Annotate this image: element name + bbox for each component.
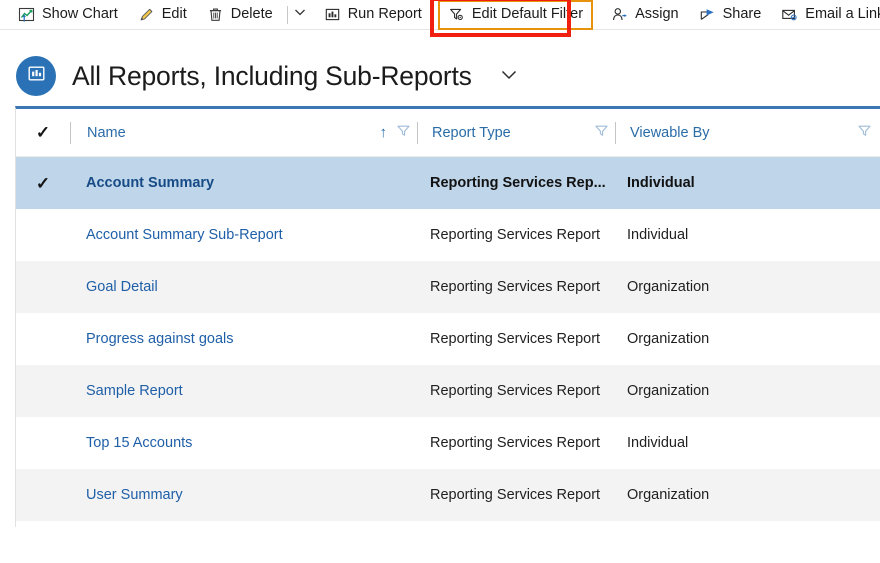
run-report-icon — [324, 6, 341, 23]
column-header-report-type[interactable]: Report Type — [418, 123, 615, 143]
row-name-link[interactable]: Account Summary — [70, 175, 416, 191]
show-chart-icon — [18, 6, 35, 23]
row-viewable-by: Individual — [613, 435, 880, 451]
sort-ascending-icon[interactable]: ↑ — [380, 125, 388, 140]
table-row[interactable]: Sample Report Reporting Services Report … — [16, 365, 880, 417]
table-row[interactable]: User Summary Reporting Services Report O… — [16, 469, 880, 521]
page-header: All Reports, Including Sub-Reports — [0, 30, 880, 106]
row-report-type: Reporting Services Report — [416, 383, 613, 399]
show-chart-button[interactable]: Show Chart — [8, 0, 128, 30]
assign-label: Assign — [635, 7, 679, 22]
email-link-icon — [781, 6, 798, 23]
view-selector-button[interactable] — [496, 63, 522, 89]
email-a-link-button[interactable]: Email a Link — [771, 0, 880, 30]
share-icon — [699, 6, 716, 23]
table-row[interactable]: ✓ Account Summary Reporting Services Rep… — [16, 157, 880, 209]
checkmark-icon: ✓ — [36, 175, 50, 192]
row-name-link[interactable]: Sample Report — [70, 383, 416, 399]
row-checkbox[interactable]: ✓ — [16, 175, 70, 192]
share-button[interactable]: Share — [689, 0, 772, 30]
column-header-name-label: Name — [87, 125, 126, 141]
assign-button[interactable]: Assign — [601, 0, 689, 30]
filter-icon[interactable] — [594, 123, 609, 143]
row-name-link[interactable]: Account Summary Sub-Report — [70, 227, 416, 243]
column-header-viewable-by-label: Viewable By — [630, 125, 710, 141]
edit-default-filter-label: Edit Default Filter — [472, 7, 583, 22]
filter-settings-icon — [448, 6, 465, 23]
row-report-type: Reporting Services Rep... — [416, 175, 613, 191]
row-report-type: Reporting Services Report — [416, 227, 613, 243]
column-header-name[interactable]: Name ↑ — [71, 123, 417, 143]
table-row[interactable]: Progress against goals Reporting Service… — [16, 313, 880, 365]
page-title: All Reports, Including Sub-Reports — [72, 63, 472, 90]
chevron-down-icon — [497, 62, 521, 91]
grid-header-row: ✓ Name ↑ Report Type — [16, 109, 880, 157]
table-row[interactable]: Account Summary Sub-Report Reporting Ser… — [16, 209, 880, 261]
row-name-link[interactable]: User Summary — [70, 487, 416, 503]
table-row[interactable]: Goal Detail Reporting Services Report Or… — [16, 261, 880, 313]
filter-icon[interactable] — [857, 123, 872, 143]
trash-icon — [207, 6, 224, 23]
avatar — [16, 56, 56, 96]
row-viewable-by: Individual — [613, 175, 880, 191]
delete-button[interactable]: Delete — [197, 0, 283, 30]
report-chart-icon — [26, 63, 47, 89]
email-a-link-label: Email a Link — [805, 7, 880, 22]
row-name-link[interactable]: Top 15 Accounts — [70, 435, 416, 451]
row-viewable-by: Organization — [613, 487, 880, 503]
row-viewable-by: Organization — [613, 383, 880, 399]
edit-button[interactable]: Edit — [128, 0, 197, 30]
row-name-link[interactable]: Progress against goals — [70, 331, 416, 347]
delete-label: Delete — [231, 7, 273, 22]
assign-person-icon — [611, 6, 628, 23]
command-bar-divider — [287, 6, 288, 24]
run-report-label: Run Report — [348, 7, 422, 22]
row-viewable-by: Individual — [613, 227, 880, 243]
show-chart-label: Show Chart — [42, 7, 118, 22]
table-row[interactable]: Top 15 Accounts Reporting Services Repor… — [16, 417, 880, 469]
run-report-button[interactable]: Run Report — [314, 0, 432, 30]
grid-footer — [16, 521, 880, 527]
row-report-type: Reporting Services Report — [416, 487, 613, 503]
column-header-report-type-label: Report Type — [432, 125, 511, 141]
row-name-link[interactable]: Goal Detail — [70, 279, 416, 295]
checkmark-icon: ✓ — [36, 124, 50, 141]
edit-label: Edit — [162, 7, 187, 22]
share-label: Share — [723, 7, 762, 22]
column-header-viewable-by[interactable]: Viewable By — [616, 123, 880, 143]
select-all-checkbox[interactable]: ✓ — [16, 124, 70, 141]
filter-icon[interactable] — [396, 123, 411, 143]
row-viewable-by: Organization — [613, 331, 880, 347]
row-report-type: Reporting Services Report — [416, 279, 613, 295]
reports-grid: ✓ Name ↑ Report Type — [15, 106, 880, 527]
command-bar: Show Chart Edit Delete — [0, 0, 880, 30]
row-report-type: Reporting Services Report — [416, 435, 613, 451]
row-report-type: Reporting Services Report — [416, 331, 613, 347]
chevron-down-icon — [292, 4, 308, 25]
pencil-icon — [138, 6, 155, 23]
row-viewable-by: Organization — [613, 279, 880, 295]
command-overflow-button[interactable] — [292, 0, 308, 30]
edit-default-filter-button[interactable]: Edit Default Filter — [438, 0, 593, 30]
